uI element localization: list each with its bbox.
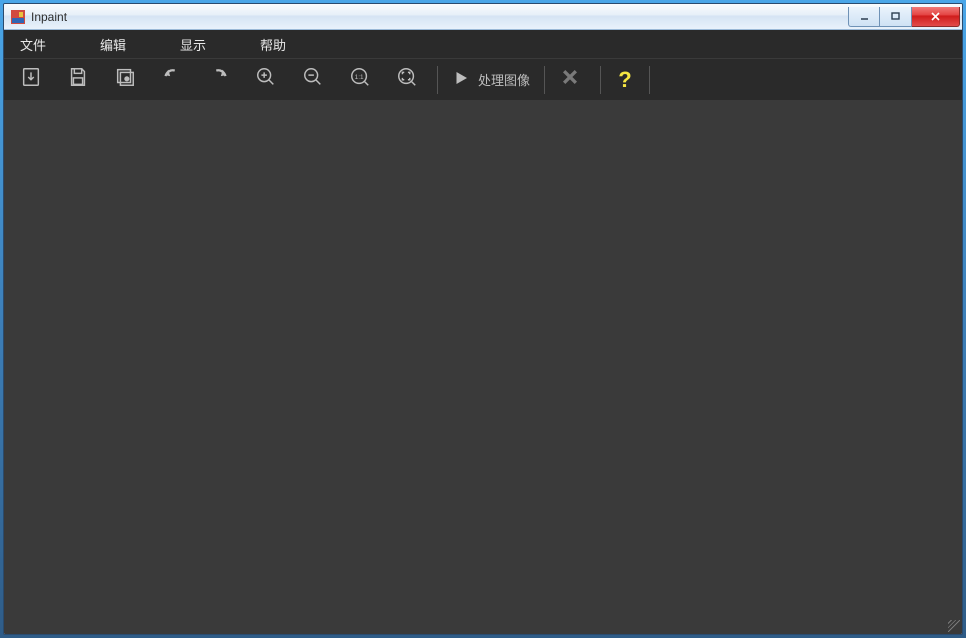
- close-icon: [560, 67, 580, 92]
- toolbar-divider: [600, 66, 601, 94]
- cancel-button[interactable]: [549, 59, 591, 101]
- zoom-actual-icon: 1:1: [349, 66, 371, 93]
- window-title: Inpaint: [31, 10, 67, 24]
- help-button[interactable]: ?: [605, 67, 645, 93]
- redo-button[interactable]: [198, 59, 240, 101]
- save-button[interactable]: [57, 59, 99, 101]
- app-window: Inpaint 文件 编辑 显示 帮助: [3, 3, 963, 635]
- toolbar-divider: [437, 66, 438, 94]
- close-button[interactable]: [912, 7, 960, 27]
- menu-help[interactable]: 帮助: [254, 31, 292, 58]
- process-button[interactable]: 处理图像: [442, 69, 540, 90]
- title-bar: Inpaint: [4, 4, 962, 30]
- canvas-area[interactable]: [4, 100, 962, 634]
- minimize-button[interactable]: [848, 7, 880, 27]
- toolbar-divider: [544, 66, 545, 94]
- app-icon: [10, 9, 26, 25]
- zoom-fit-icon: [396, 66, 418, 93]
- menu-file[interactable]: 文件: [14, 31, 52, 58]
- save-icon: [67, 66, 89, 93]
- menu-edit[interactable]: 编辑: [94, 31, 132, 58]
- menu-bar: 文件 编辑 显示 帮助: [4, 30, 962, 58]
- open-button[interactable]: [10, 59, 52, 101]
- zoom-in-button[interactable]: [245, 59, 287, 101]
- zoom-fit-button[interactable]: [386, 59, 428, 101]
- play-icon: [452, 69, 470, 90]
- process-label: 处理图像: [478, 70, 530, 89]
- svg-text:1:1: 1:1: [355, 74, 364, 81]
- batch-icon: [114, 66, 136, 93]
- window-controls: [848, 7, 962, 27]
- toolbar-divider: [649, 66, 650, 94]
- redo-icon: [208, 66, 230, 93]
- menu-view[interactable]: 显示: [174, 31, 212, 58]
- undo-button[interactable]: [151, 59, 193, 101]
- zoom-actual-button[interactable]: 1:1: [339, 59, 381, 101]
- zoom-out-icon: [302, 66, 324, 93]
- help-icon: ?: [618, 67, 631, 93]
- zoom-out-button[interactable]: [292, 59, 334, 101]
- batch-button[interactable]: [104, 59, 146, 101]
- zoom-in-icon: [255, 66, 277, 93]
- toolbar: 1:1 处理图像 ?: [4, 58, 962, 100]
- maximize-button[interactable]: [880, 7, 912, 27]
- open-icon: [20, 66, 42, 93]
- undo-icon: [161, 66, 183, 93]
